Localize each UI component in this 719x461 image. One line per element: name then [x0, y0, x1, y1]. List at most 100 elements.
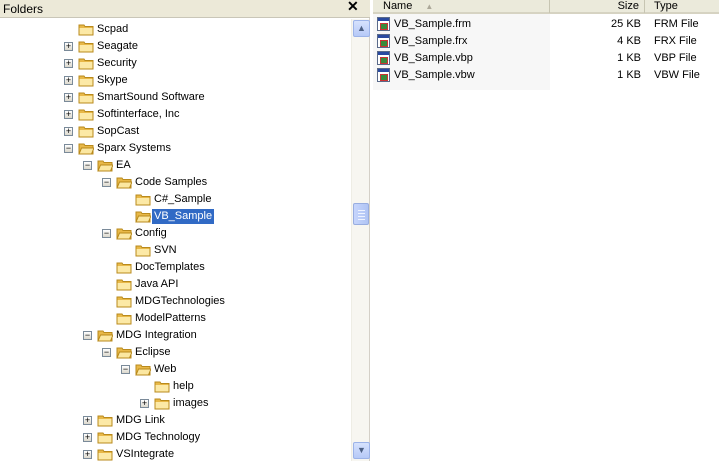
file-type: VBP File: [654, 52, 697, 64]
expand-icon[interactable]: +: [64, 110, 73, 119]
folder-icon: [116, 294, 132, 308]
collapse-icon[interactable]: −: [102, 178, 111, 187]
folder-tree: Scpad + Seagate + Security + Skype + SmartSound …: [0, 21, 350, 461]
tree-item[interactable]: help: [0, 378, 350, 395]
tree-item[interactable]: + Skype: [0, 72, 350, 89]
expand-icon[interactable]: +: [83, 450, 92, 459]
file-row[interactable]: VB_Sample.vbw 1 KB VBW File: [373, 67, 719, 84]
tree-item-label[interactable]: help: [171, 379, 196, 394]
tree-item-label[interactable]: MDG Link: [114, 413, 167, 428]
file-row[interactable]: VB_Sample.frx 4 KB FRX File: [373, 33, 719, 50]
tree-item-label[interactable]: Eclipse: [133, 345, 172, 360]
tree-item[interactable]: SVN: [0, 242, 350, 259]
file-row[interactable]: VB_Sample.frm 25 KB FRM File: [373, 16, 719, 33]
folder-icon: [97, 430, 113, 444]
tree-item[interactable]: − Config: [0, 225, 350, 242]
folder-icon: [78, 39, 94, 53]
tree-item-label[interactable]: C#_Sample: [152, 192, 213, 207]
folders-pane-header: Folders ✕: [0, 0, 370, 18]
tree-item-label[interactable]: Config: [133, 226, 169, 241]
tree-item[interactable]: − EA: [0, 157, 350, 174]
tree-item[interactable]: − Sparx Systems: [0, 140, 350, 157]
tree-item-label[interactable]: DocTemplates: [133, 260, 207, 275]
file-type: FRM File: [654, 18, 699, 30]
tree-item-label[interactable]: MDG Technology: [114, 430, 202, 445]
collapse-icon[interactable]: −: [102, 229, 111, 238]
collapse-icon[interactable]: −: [64, 144, 73, 153]
tree-item-label[interactable]: Sparx Systems: [95, 141, 173, 156]
tree-item-label[interactable]: VB_Sample: [152, 209, 215, 224]
scroll-up-button[interactable]: ▲: [353, 20, 370, 37]
expand-icon[interactable]: +: [83, 416, 92, 425]
tree-item-label[interactable]: SVN: [152, 243, 179, 258]
tree-item[interactable]: + MDG Link: [0, 412, 350, 429]
tree-item-label[interactable]: images: [171, 396, 210, 411]
close-icon[interactable]: ✕: [347, 0, 359, 15]
tree-item-label[interactable]: Java API: [133, 277, 180, 292]
column-header-type[interactable]: Type: [645, 0, 719, 13]
folder-icon: [135, 243, 151, 257]
vb-file-icon: [377, 68, 390, 82]
tree-item[interactable]: MDGTechnologies: [0, 293, 350, 310]
tree-item[interactable]: Java API: [0, 276, 350, 293]
tree-item-label[interactable]: VSIntegrate: [114, 447, 176, 461]
file-size: 1 KB: [617, 52, 641, 64]
expand-icon[interactable]: +: [64, 59, 73, 68]
folder-open-icon: [97, 328, 114, 342]
tree-item-label[interactable]: SmartSound Software: [95, 90, 207, 105]
tree-item-label[interactable]: Seagate: [95, 39, 140, 54]
tree-item-label[interactable]: Skype: [95, 73, 130, 88]
tree-item[interactable]: + Security: [0, 55, 350, 72]
collapse-icon[interactable]: −: [102, 348, 111, 357]
tree-item[interactable]: DocTemplates: [0, 259, 350, 276]
tree-item-label[interactable]: MDGTechnologies: [133, 294, 227, 309]
tree-item[interactable]: − MDG Integration: [0, 327, 350, 344]
tree-item[interactable]: − Code Samples: [0, 174, 350, 191]
tree-item-label[interactable]: Scpad: [95, 22, 130, 37]
file-size: 25 KB: [611, 18, 641, 30]
tree-item-label[interactable]: ModelPatterns: [133, 311, 208, 326]
tree-item[interactable]: + Seagate: [0, 38, 350, 55]
tree-item-label[interactable]: Code Samples: [133, 175, 209, 190]
folder-icon: [116, 277, 132, 291]
tree-item[interactable]: + SopCast: [0, 123, 350, 140]
tree-item[interactable]: ModelPatterns: [0, 310, 350, 327]
tree-item-label[interactable]: SopCast: [95, 124, 141, 139]
tree-item[interactable]: + MDG Technology: [0, 429, 350, 446]
folder-icon: [78, 22, 94, 36]
collapse-icon[interactable]: −: [83, 331, 92, 340]
tree-item[interactable]: VB_Sample: [0, 208, 350, 225]
expand-icon[interactable]: +: [64, 127, 73, 136]
tree-item[interactable]: + VSIntegrate: [0, 446, 350, 461]
folder-icon: [78, 73, 94, 87]
column-header-name[interactable]: Name ▲: [373, 0, 550, 13]
tree-item[interactable]: − Web: [0, 361, 350, 378]
tree-item-label[interactable]: Softinterface, Inc: [95, 107, 182, 122]
tree-item-label[interactable]: EA: [114, 158, 133, 173]
tree-item[interactable]: − Eclipse: [0, 344, 350, 361]
tree-item[interactable]: Scpad: [0, 21, 350, 38]
scrollbar-thumb[interactable]: [353, 203, 369, 225]
scroll-down-button[interactable]: ▼: [353, 442, 370, 459]
expand-icon[interactable]: +: [140, 399, 149, 408]
expand-icon[interactable]: +: [64, 93, 73, 102]
vertical-scrollbar[interactable]: ▲ ▼: [351, 19, 370, 461]
file-size: 4 KB: [617, 35, 641, 47]
expand-icon[interactable]: +: [64, 42, 73, 51]
expand-icon[interactable]: +: [64, 76, 73, 85]
tree-item[interactable]: + SmartSound Software: [0, 89, 350, 106]
tree-item[interactable]: + Softinterface, Inc: [0, 106, 350, 123]
tree-item-label[interactable]: MDG Integration: [114, 328, 199, 343]
tree-item-label[interactable]: Web: [152, 362, 178, 377]
folder-open-icon: [135, 362, 152, 376]
file-row[interactable]: VB_Sample.vbp 1 KB VBP File: [373, 50, 719, 67]
file-list-pane: Name ▲ Size Type VB_Sample.frm 25 KB FRM F…: [373, 0, 719, 461]
tree-item-label[interactable]: Security: [95, 56, 139, 71]
collapse-icon[interactable]: −: [83, 161, 92, 170]
tree-item[interactable]: C#_Sample: [0, 191, 350, 208]
column-header-size[interactable]: Size: [550, 0, 645, 13]
tree-item[interactable]: + images: [0, 395, 350, 412]
expand-icon[interactable]: +: [83, 433, 92, 442]
folder-icon: [78, 107, 94, 121]
collapse-icon[interactable]: −: [121, 365, 130, 374]
